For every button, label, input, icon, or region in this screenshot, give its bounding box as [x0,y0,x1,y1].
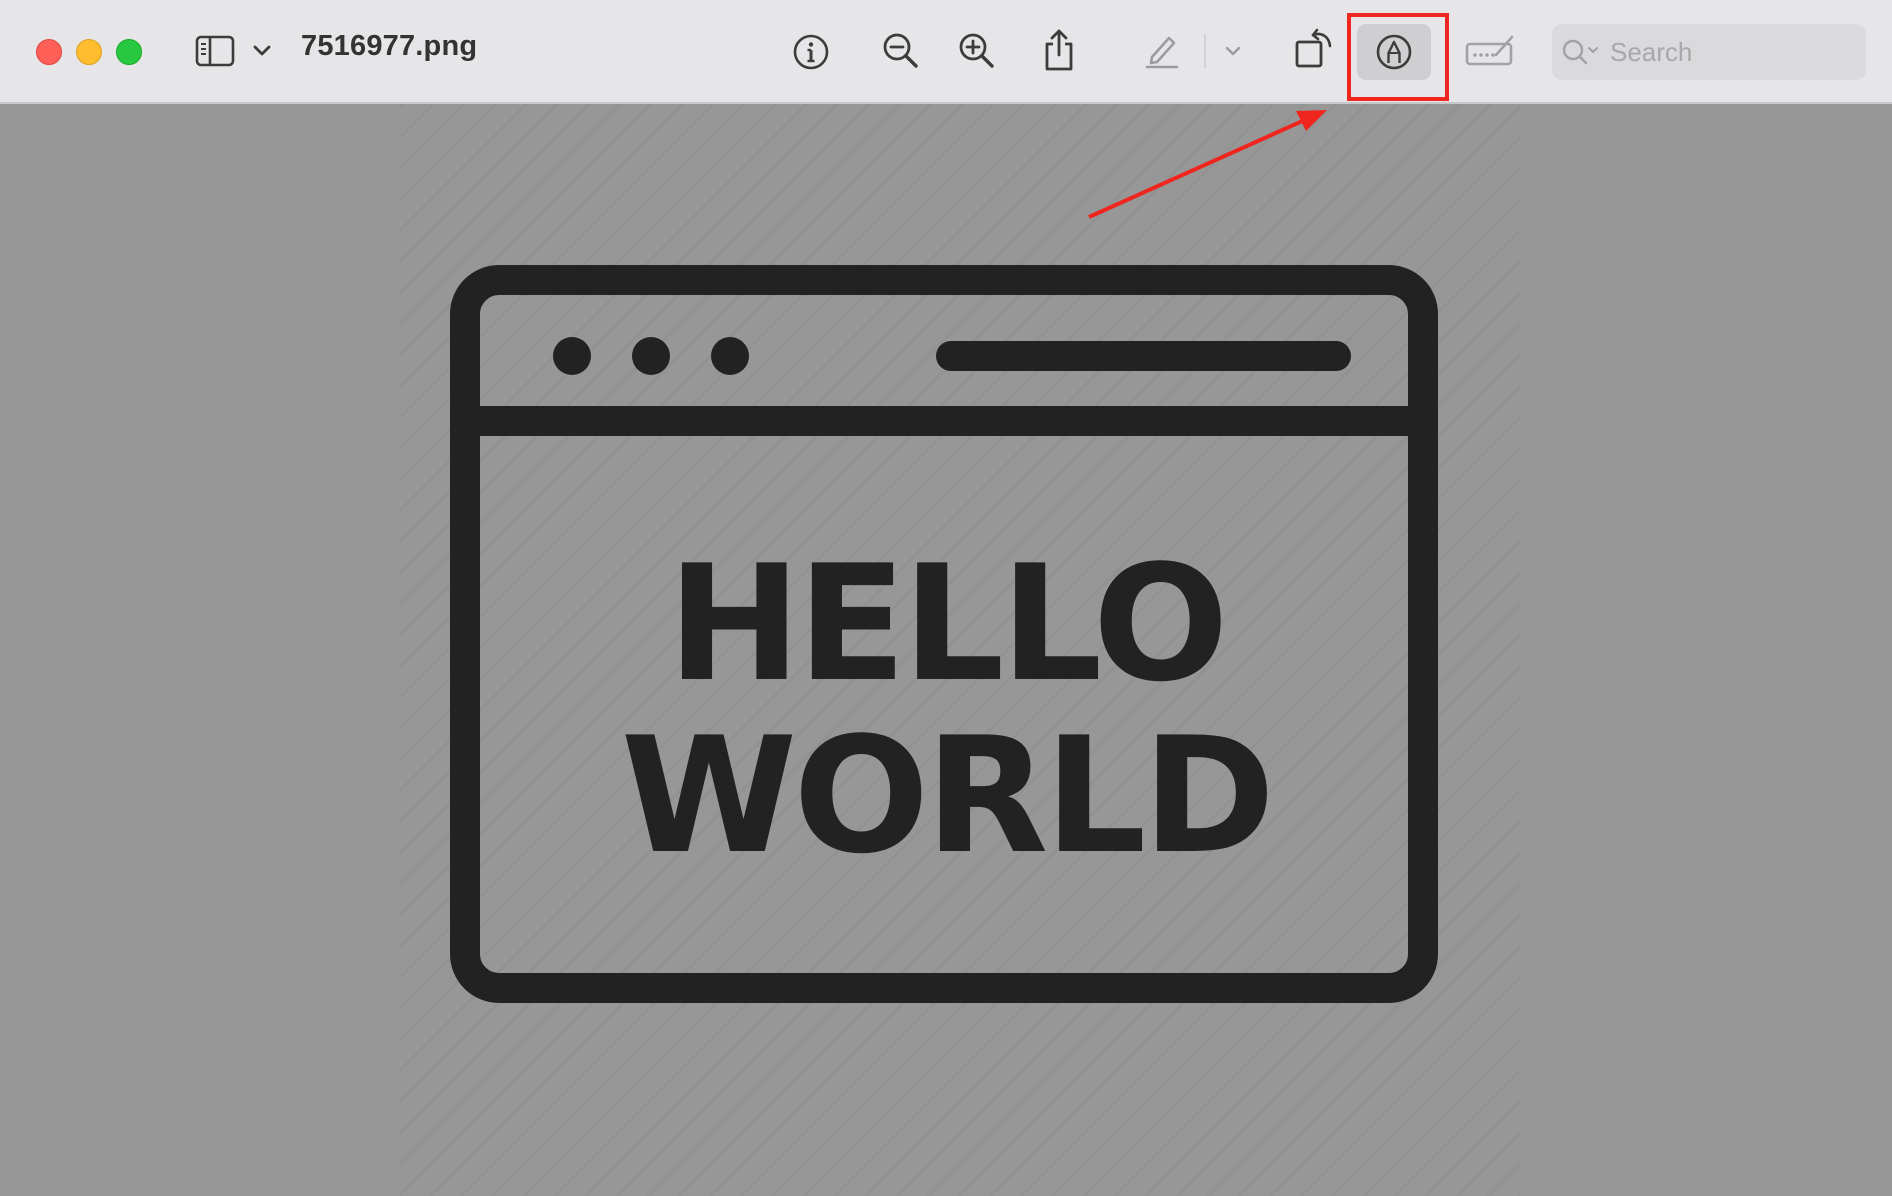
search-field[interactable]: Search [1552,24,1866,80]
info-button[interactable] [790,31,832,73]
chevron-down-icon [1225,46,1241,56]
sidebar-icon [195,35,235,67]
zoom-out-button[interactable] [880,30,922,72]
info-icon [793,34,829,70]
share-icon [1045,29,1073,71]
share-button[interactable] [1040,27,1078,73]
image-text-line-1: HELLO [667,530,1228,717]
chevron-down-icon [253,45,271,56]
window-dot-1 [553,337,591,375]
zoom-button[interactable] [116,39,142,65]
zoom-out-icon [883,33,918,68]
image-text-line-2: WORLD [620,702,1275,889]
pen-icon [1145,36,1179,69]
window-dot-2 [632,337,670,375]
window-dot-3 [711,337,749,375]
highlight-button[interactable] [1142,28,1182,72]
search-placeholder: Search [1610,36,1693,67]
close-button[interactable] [36,39,62,65]
sidebar-toggle-button[interactable] [194,31,236,71]
zoom-in-button[interactable] [956,30,998,72]
signature-icon [1465,35,1514,66]
preview-window: 7516977.png Search HELLO WORLD [0,0,1892,1196]
toolbar: 7516977.png Search [0,0,1892,104]
search-icon [1560,37,1600,67]
zoom-in-icon [959,33,994,68]
sidebar-menu-button[interactable] [250,40,274,62]
minimize-button[interactable] [76,39,102,65]
document-title: 7516977.png [301,30,478,62]
toolbar-separator [1204,34,1206,68]
rotate-button[interactable] [1292,26,1336,72]
annotation-highlight-box [1347,13,1449,101]
rotate-icon [1295,28,1332,68]
image-canvas: HELLO WORLD [0,104,1892,1196]
highlight-menu-button[interactable] [1222,40,1244,62]
sign-button[interactable] [1464,30,1516,72]
